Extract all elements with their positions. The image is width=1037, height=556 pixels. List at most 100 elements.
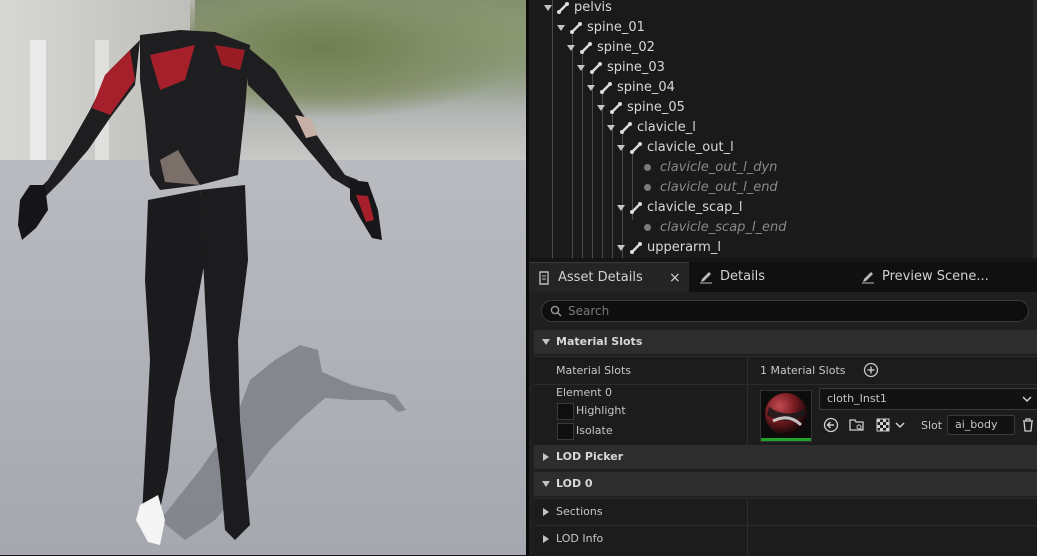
tab-label: Details bbox=[720, 269, 766, 284]
expand-arrow-icon[interactable] bbox=[577, 64, 585, 71]
skeleton-tree[interactable]: pelvis spine_01 spine_02 spine_03 spine_… bbox=[529, 0, 1037, 258]
expand-arrow-icon[interactable] bbox=[617, 204, 625, 211]
character-shadow bbox=[160, 345, 406, 540]
tree-row-clavicle-out-l-dyn[interactable]: clavicle_out_l_dyn bbox=[644, 158, 777, 178]
tree-scrollbar[interactable] bbox=[1033, 0, 1037, 258]
checker-texture-icon[interactable] bbox=[875, 417, 891, 433]
lod-info-row[interactable]: LOD Info bbox=[534, 525, 1037, 556]
tree-row-upperarm-l[interactable]: upperarm_l bbox=[617, 238, 721, 258]
material-slot-count: 1 Material Slots bbox=[760, 364, 846, 377]
tab-preview-scene[interactable]: Preview Scene... bbox=[859, 262, 1037, 292]
add-slot-button[interactable] bbox=[863, 362, 879, 378]
bone-icon bbox=[630, 141, 642, 154]
expand-arrow-icon[interactable] bbox=[543, 535, 549, 543]
category-label: Material Slots bbox=[556, 335, 643, 348]
tree-row-spine-01[interactable]: spine_01 bbox=[557, 18, 645, 38]
bone-icon bbox=[620, 121, 632, 134]
pencil-icon bbox=[700, 272, 712, 284]
chevron-down-icon[interactable] bbox=[892, 417, 908, 433]
bone-label: clavicle_scap_l bbox=[647, 200, 743, 215]
tree-row-spine-04[interactable]: spine_04 bbox=[587, 78, 675, 98]
category-material-slots[interactable]: Material Slots bbox=[534, 330, 1037, 354]
bone-label: clavicle_l bbox=[637, 120, 696, 135]
expand-arrow-icon[interactable] bbox=[567, 44, 575, 51]
expand-arrow-icon[interactable] bbox=[557, 24, 565, 31]
expand-arrow-icon[interactable] bbox=[544, 4, 552, 11]
bone-icon bbox=[600, 81, 612, 94]
bone-label: spine_05 bbox=[627, 100, 685, 115]
expand-arrow-icon[interactable] bbox=[617, 144, 625, 151]
tab-label: Preview Scene... bbox=[882, 269, 989, 284]
material-slots-row: Material Slots 1 Material Slots bbox=[534, 356, 1037, 384]
pencil-icon bbox=[862, 272, 874, 284]
viewport[interactable] bbox=[0, 0, 526, 555]
material-element-row: Element 0 Highlight Isolate cloth_Inst1 … bbox=[534, 384, 1037, 445]
category-lod-picker[interactable]: LOD Picker bbox=[534, 445, 1037, 469]
tree-guide-line bbox=[582, 50, 583, 258]
bone-label: spine_01 bbox=[587, 20, 645, 35]
trash-icon[interactable] bbox=[1020, 417, 1036, 433]
collapse-arrow-icon[interactable] bbox=[542, 339, 550, 345]
expand-arrow-icon[interactable] bbox=[543, 508, 549, 516]
close-icon[interactable]: × bbox=[669, 263, 681, 293]
column-separator[interactable] bbox=[747, 385, 748, 445]
collapse-arrow-icon[interactable] bbox=[542, 481, 550, 487]
category-label: LOD 0 bbox=[556, 477, 593, 490]
tree-row-pelvis[interactable]: pelvis bbox=[544, 0, 612, 18]
socket-dot-icon bbox=[644, 224, 651, 231]
checkbox-label: Highlight bbox=[576, 404, 626, 417]
tab-label: Asset Details bbox=[558, 270, 643, 285]
lod-info-label: LOD Info bbox=[556, 532, 604, 545]
checkbox-label: Isolate bbox=[576, 424, 613, 437]
search-icon bbox=[550, 305, 562, 317]
bone-icon bbox=[580, 41, 592, 54]
character-hand-left bbox=[18, 185, 48, 240]
tree-row-clavicle-out-l[interactable]: clavicle_out_l bbox=[617, 138, 734, 158]
details-tab-bar: Asset Details × Details Preview Scene... bbox=[529, 262, 1037, 293]
sections-row[interactable]: Sections bbox=[534, 498, 1037, 525]
use-selected-asset-icon[interactable] bbox=[823, 417, 839, 433]
bone-icon bbox=[557, 1, 569, 14]
material-dropdown[interactable]: cloth_Inst1 bbox=[819, 388, 1037, 410]
tab-asset-details[interactable]: Asset Details × bbox=[529, 262, 689, 293]
thumbnail-accent-bar bbox=[761, 438, 811, 441]
expand-arrow-icon[interactable] bbox=[607, 124, 615, 131]
expand-arrow-icon[interactable] bbox=[617, 244, 625, 251]
tree-row-clavicle-out-l-end[interactable]: clavicle_out_l_end bbox=[644, 178, 778, 198]
highlight-checkbox[interactable] bbox=[557, 403, 574, 420]
tree-row-clavicle-scap-l-end[interactable]: clavicle_scap_l_end bbox=[644, 218, 787, 238]
expand-arrow-icon[interactable] bbox=[543, 453, 549, 461]
bone-label: pelvis bbox=[574, 0, 612, 15]
expand-arrow-icon[interactable] bbox=[587, 84, 595, 91]
column-separator[interactable] bbox=[747, 526, 748, 556]
slot-name-value: ai_body bbox=[955, 418, 998, 431]
slot-name-input[interactable]: ai_body bbox=[947, 415, 1015, 435]
bone-label: spine_02 bbox=[597, 40, 655, 55]
bone-label: clavicle_out_l_dyn bbox=[660, 160, 778, 175]
column-separator[interactable] bbox=[747, 357, 748, 384]
tree-guide-line bbox=[552, 0, 553, 258]
browse-asset-icon[interactable] bbox=[849, 417, 865, 433]
tree-row-spine-05[interactable]: spine_05 bbox=[597, 98, 685, 118]
search-input[interactable] bbox=[568, 301, 1008, 321]
tab-details[interactable]: Details bbox=[697, 262, 847, 292]
tree-guide-line bbox=[592, 70, 593, 258]
column-separator[interactable] bbox=[747, 499, 748, 525]
tree-row-clavicle-scap-l[interactable]: clavicle_scap_l bbox=[617, 198, 743, 218]
bone-label: upperarm_l bbox=[647, 240, 721, 255]
tree-row-spine-03[interactable]: spine_03 bbox=[577, 58, 665, 78]
slot-label: Slot bbox=[921, 419, 943, 432]
bone-label: clavicle_out_l bbox=[647, 140, 734, 155]
bone-icon bbox=[630, 241, 642, 254]
character-leg-left bbox=[142, 190, 205, 515]
bone-icon bbox=[630, 201, 642, 214]
expand-arrow-icon[interactable] bbox=[597, 104, 605, 111]
isolate-checkbox[interactable] bbox=[557, 423, 574, 440]
category-lod-0[interactable]: LOD 0 bbox=[534, 472, 1037, 496]
character-mesh bbox=[18, 30, 406, 545]
tree-row-spine-02[interactable]: spine_02 bbox=[567, 38, 655, 58]
tree-row-clavicle-l[interactable]: clavicle_l bbox=[607, 118, 696, 138]
search-box[interactable] bbox=[541, 300, 1029, 322]
material-thumbnail[interactable] bbox=[760, 390, 812, 442]
element-label: Element 0 bbox=[556, 386, 613, 399]
